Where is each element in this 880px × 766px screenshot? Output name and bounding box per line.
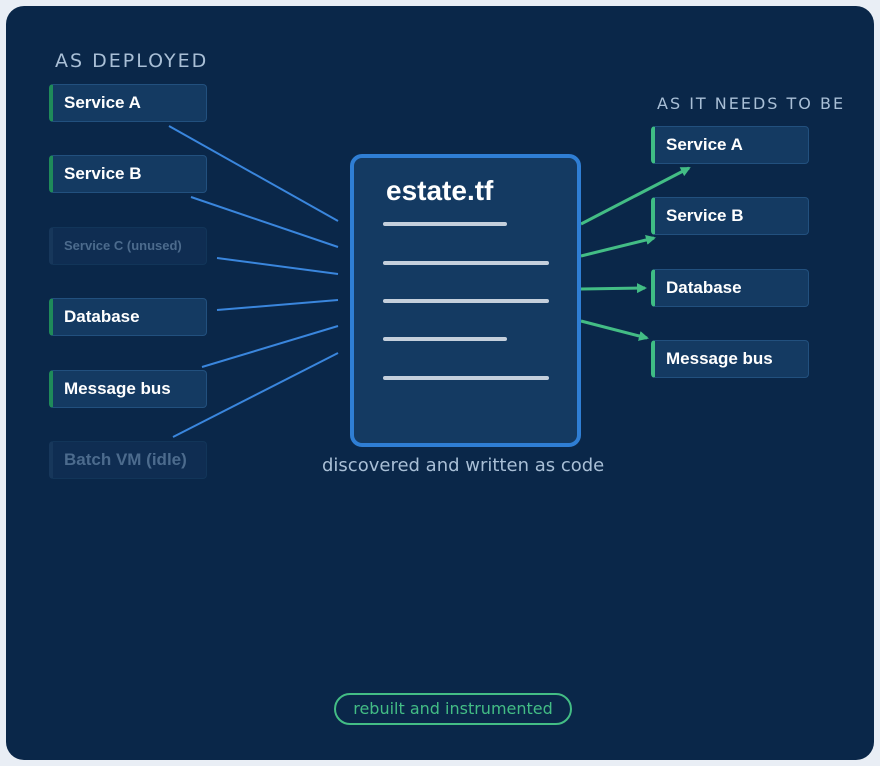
document-line xyxy=(383,376,549,380)
link-database xyxy=(216,299,339,311)
deployed-service-b: Service B xyxy=(49,155,207,193)
link-service-c-unused xyxy=(216,257,339,275)
document-line xyxy=(383,261,549,265)
estate-tf-document: estate.tf xyxy=(350,154,581,447)
deployed-service-c-unused: Service C (unused) xyxy=(49,227,207,265)
document-line xyxy=(383,222,507,226)
document-line xyxy=(383,337,507,341)
target-database: Database xyxy=(651,269,809,307)
deployed-batch-vm-idle: Batch VM (idle) xyxy=(49,441,207,479)
document-caption: discovered and written as code xyxy=(322,455,605,476)
target-message-bus: Message bus xyxy=(651,340,809,378)
deployed-message-bus: Message bus xyxy=(49,370,207,408)
diagram-panel: AS DEPLOYED AS IT NEEDS TO BE Service A … xyxy=(6,6,874,760)
deployed-service-a: Service A xyxy=(49,84,207,122)
document-line xyxy=(383,299,549,303)
arrow-message-bus xyxy=(580,319,649,341)
link-service-b xyxy=(190,196,339,248)
document-title: estate.tf xyxy=(386,175,494,206)
link-message-bus xyxy=(201,325,339,368)
target-section-title: AS IT NEEDS TO BE xyxy=(657,94,846,113)
rebuilt-badge: rebuilt and instrumented xyxy=(334,693,572,725)
target-service-b: Service B xyxy=(651,197,809,235)
target-service-a: Service A xyxy=(651,126,809,164)
arrow-database xyxy=(580,283,647,294)
arrow-service-b xyxy=(580,235,656,258)
deployed-section-title: AS DEPLOYED xyxy=(55,50,209,72)
deployed-database: Database xyxy=(49,298,207,336)
